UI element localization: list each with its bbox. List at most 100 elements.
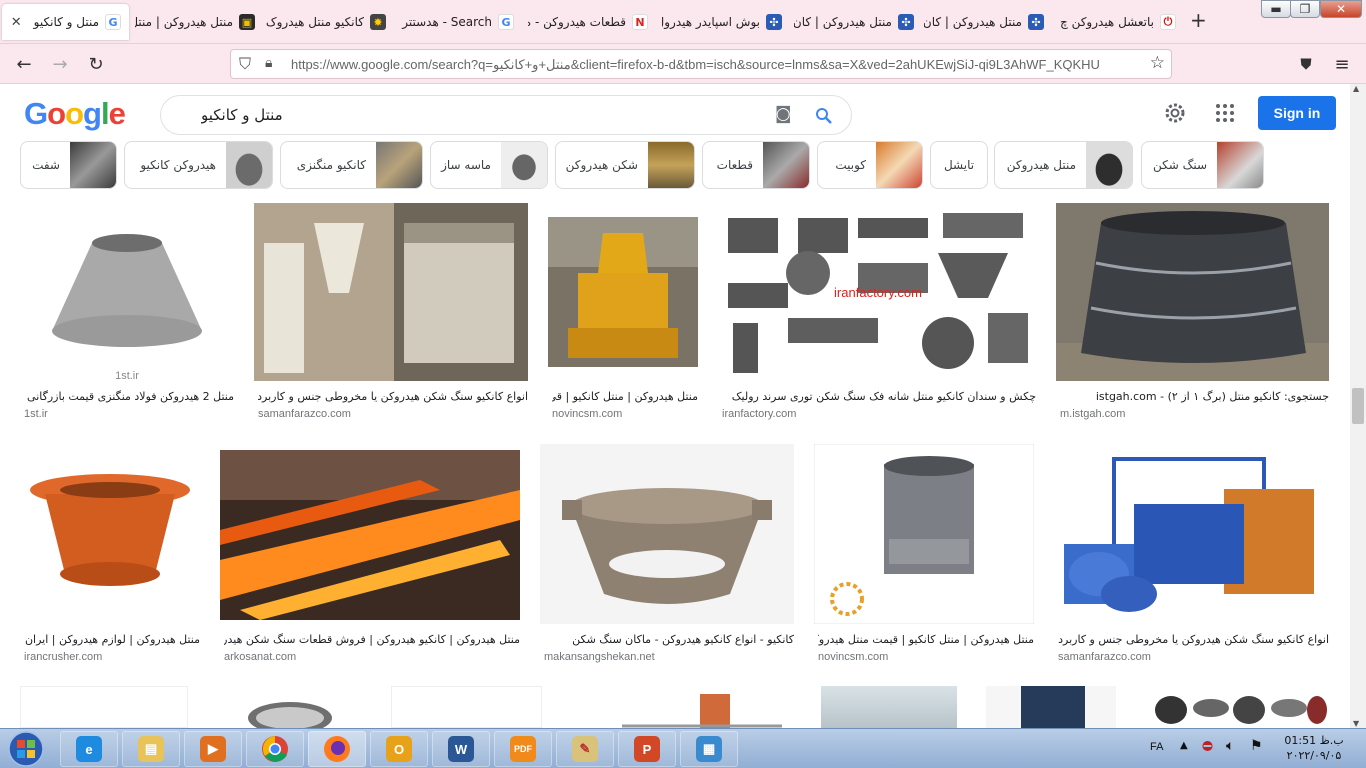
tab[interactable]: ▣ منتل هیدروکن | منتل bbox=[135, 4, 263, 40]
taskbar-pdf[interactable]: PDF bbox=[494, 731, 552, 767]
back-button[interactable]: ← bbox=[12, 52, 36, 76]
camera-icon[interactable]: ◙ bbox=[775, 104, 792, 124]
chip-manganese-concave[interactable]: کانکیو منگنزی bbox=[280, 141, 423, 189]
lock-icon[interactable]: 🔒︎ bbox=[265, 55, 272, 71]
chip-crusher-hydrocone[interactable]: شکن هیدروکن bbox=[555, 141, 695, 189]
image-result-partial[interactable] bbox=[391, 686, 542, 728]
tab[interactable]: G Search - هدستتر bbox=[398, 4, 522, 40]
pocket-icon[interactable]: ⛊ bbox=[1294, 52, 1318, 76]
result-image[interactable] bbox=[1054, 444, 1329, 624]
result-title[interactable]: منتل هیدروکن | کانکیو هیدروکن | فروش قطع… bbox=[224, 633, 520, 646]
result-source[interactable]: novincsm.com bbox=[818, 651, 888, 663]
result-image[interactable] bbox=[1056, 203, 1329, 381]
taskbar-powerpoint[interactable]: P bbox=[618, 731, 676, 767]
search-input[interactable] bbox=[201, 104, 761, 126]
chip-mantle-hydrocone[interactable]: منتل هیدروکن bbox=[994, 141, 1133, 189]
result-source[interactable]: samanfarazco.com bbox=[258, 408, 351, 420]
tab[interactable]: ✣ بوش اسپایدر هیدرول bbox=[662, 4, 790, 40]
image-result[interactable]: iranfactory.com چکش و سندان کانکیو منتل … bbox=[718, 203, 1036, 428]
scroll-up-icon[interactable]: ▲ bbox=[1353, 84, 1359, 93]
result-title[interactable]: کانکیو - انواع کانکیو هیدروکن - ماکان سن… bbox=[544, 633, 794, 646]
result-source[interactable]: m.istgah.com bbox=[1060, 408, 1125, 420]
google-logo[interactable]: Google bbox=[24, 96, 126, 132]
image-result-partial[interactable] bbox=[986, 686, 1116, 728]
tab[interactable]: ✣ منتل هیدروکن | کان bbox=[794, 4, 922, 40]
taskbar-explorer[interactable]: ▤ bbox=[122, 731, 180, 767]
result-title[interactable]: چکش و سندان کانکیو منتل شانه فک سنگ شکن … bbox=[722, 390, 1036, 403]
tab[interactable]: N قطعات هیدروکن - ه bbox=[528, 4, 656, 40]
restore-button[interactable]: ❐ bbox=[1290, 0, 1320, 18]
url-text[interactable]: https://www.google.com/search?q=منتل+و+ک… bbox=[291, 57, 1141, 73]
bookmark-star-icon[interactable]: ☆ bbox=[1150, 53, 1165, 73]
result-image[interactable] bbox=[254, 203, 528, 381]
result-title[interactable]: منتل هیدروکن | لوازم هیدروکن | ایران ک..… bbox=[24, 633, 200, 646]
window-close-button[interactable]: ✕ bbox=[1320, 0, 1362, 18]
reload-button[interactable]: ↻ bbox=[84, 52, 108, 76]
chip-tayshal[interactable]: تایشل bbox=[930, 141, 988, 189]
result-title[interactable]: انواع کانکیو سنگ شکن هیدروکن یا مخروطی ج… bbox=[258, 390, 528, 403]
taskbar-word[interactable]: W bbox=[432, 731, 490, 767]
tab-active[interactable]: G منتل و کانکیو ✕ bbox=[2, 4, 129, 40]
language-indicator[interactable]: FA bbox=[1150, 741, 1163, 753]
taskbar-photo-viewer[interactable]: ▦ bbox=[680, 731, 738, 767]
taskbar-outlook[interactable]: O bbox=[370, 731, 428, 767]
image-result[interactable]: منتل هیدروکن | لوازم هیدروکن | ایران ک..… bbox=[20, 444, 200, 669]
url-bar[interactable]: ⛉ 🔒︎ https://www.google.com/search?q=منت… bbox=[230, 49, 1172, 79]
action-center-icon[interactable]: ⚑ bbox=[1250, 738, 1263, 754]
new-tab-button[interactable]: + bbox=[1190, 8, 1207, 32]
image-result[interactable]: منتل هیدروکن | کانکیو هیدروکن | فروش قطع… bbox=[220, 450, 520, 669]
result-source[interactable]: makansangshekan.net bbox=[544, 651, 655, 663]
result-source[interactable]: 1st.ir bbox=[24, 408, 48, 420]
image-result[interactable]: انواع کانکیو سنگ شکن هیدروکن یا مخروطی ج… bbox=[1054, 444, 1329, 669]
chip-parts[interactable]: قطعات bbox=[702, 141, 810, 189]
image-result[interactable]: جستجوی: کانکیو منتل (برگ ۱ از ۲) - istga… bbox=[1056, 203, 1329, 428]
tab[interactable]: ⏻ باتعشل هیدروکن چ bbox=[1056, 4, 1184, 40]
scrollbar-thumb[interactable] bbox=[1352, 388, 1364, 424]
volume-icon[interactable]: 🔈︎ bbox=[1226, 738, 1234, 754]
result-image[interactable]: iranfactory.com bbox=[718, 203, 1036, 381]
shield-icon[interactable]: ⛉ bbox=[239, 54, 251, 74]
result-image[interactable] bbox=[220, 450, 520, 620]
search-icon[interactable] bbox=[815, 107, 833, 125]
tab[interactable]: ✣ منتل هیدروکن | کان bbox=[924, 4, 1052, 40]
chip-kobit[interactable]: کوبیت bbox=[817, 141, 923, 189]
apps-grid-icon[interactable] bbox=[1215, 103, 1235, 123]
result-title[interactable]: منتل هیدروکن | منتل کانکیو | قی... bbox=[552, 390, 698, 403]
result-title[interactable]: منتل هیدروکن | منتل کانکیو | قیمت منتل ه… bbox=[818, 633, 1034, 646]
network-error-icon[interactable]: ⛔︎ bbox=[1202, 739, 1213, 754]
result-image[interactable] bbox=[814, 444, 1034, 624]
system-clock[interactable]: 01:51 ب.ظ ۲۰۲۲/۰۹/۰۵ bbox=[1272, 733, 1356, 763]
image-result[interactable]: کانکیو - انواع کانکیو هیدروکن - ماکان سن… bbox=[540, 444, 794, 669]
taskbar-firefox[interactable] bbox=[308, 731, 366, 767]
result-title[interactable]: منتل 2 هیدروکن فولاد منگنزی قیمت بازرگان… bbox=[24, 390, 234, 403]
image-result-partial[interactable] bbox=[1151, 686, 1329, 728]
scroll-down-icon[interactable]: ▼ bbox=[1353, 719, 1359, 728]
image-result-partial[interactable] bbox=[209, 686, 371, 728]
image-result[interactable]: انواع کانکیو سنگ شکن هیدروکن یا مخروطی ج… bbox=[254, 203, 528, 428]
result-source[interactable]: arkosanat.com bbox=[224, 651, 296, 663]
image-result-partial[interactable] bbox=[562, 686, 801, 728]
taskbar-paint[interactable]: ✎ bbox=[556, 731, 614, 767]
vertical-scrollbar[interactable]: ▲ ▼ bbox=[1350, 84, 1366, 728]
chip-hydrocone-concave[interactable]: هیدروکن کانکیو bbox=[124, 141, 273, 189]
result-image[interactable] bbox=[548, 203, 698, 381]
result-title[interactable]: جستجوی: کانکیو منتل (برگ ۱ از ۲) - istga… bbox=[1060, 390, 1329, 403]
show-hidden-icons-icon[interactable]: ▲ bbox=[1180, 740, 1188, 751]
image-result-partial[interactable] bbox=[821, 686, 957, 728]
minimize-button[interactable]: ▬ bbox=[1261, 0, 1291, 18]
forward-button[interactable]: → bbox=[48, 52, 72, 76]
close-icon[interactable]: ✕ bbox=[11, 15, 22, 30]
result-source[interactable]: iranfactory.com bbox=[722, 408, 796, 420]
taskbar-chrome[interactable] bbox=[246, 731, 304, 767]
result-source[interactable]: irancrusher.com bbox=[24, 651, 102, 663]
chip-shaft[interactable]: شفت bbox=[20, 141, 117, 189]
result-title[interactable]: انواع کانکیو سنگ شکن هیدروکن یا مخروطی ج… bbox=[1058, 633, 1329, 646]
sign-in-button[interactable]: Sign in bbox=[1258, 96, 1336, 130]
result-image[interactable]: 1st.ir bbox=[20, 203, 234, 381]
image-result[interactable]: منتل هیدروکن | منتل کانکیو | قیمت منتل ه… bbox=[814, 444, 1034, 669]
result-source[interactable]: novincsm.com bbox=[552, 408, 622, 420]
tab[interactable]: ✸ کانکیو منتل هیدروک bbox=[266, 4, 394, 40]
taskbar-ie[interactable]: e bbox=[60, 731, 118, 767]
chip-sand-maker[interactable]: ماسه ساز bbox=[430, 141, 548, 189]
image-result[interactable]: 1st.ir منتل 2 هیدروکن فولاد منگنزی قیمت … bbox=[20, 203, 234, 428]
